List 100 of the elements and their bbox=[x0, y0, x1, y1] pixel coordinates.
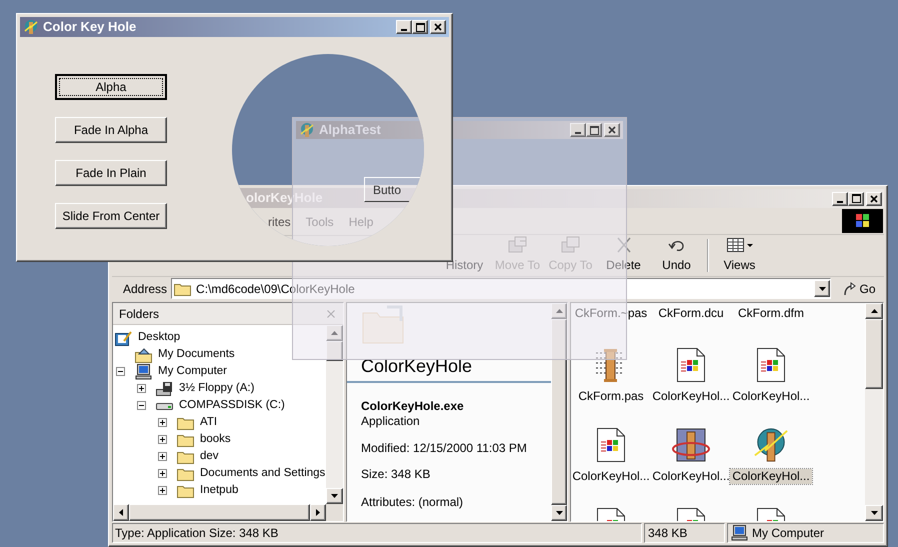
form-button[interactable]: Slide From Center bbox=[55, 203, 167, 229]
folder-title: ColorKeyHole bbox=[361, 356, 472, 376]
minimize-icon bbox=[401, 29, 407, 31]
file-item[interactable]: CkForm.~pas bbox=[572, 306, 650, 321]
file-name: ColorKeyHole.exe bbox=[361, 399, 465, 414]
toolbar-button[interactable]: Undo bbox=[650, 234, 703, 276]
down-arrow-icon bbox=[870, 511, 878, 515]
tree-item[interactable]: dev bbox=[200, 448, 219, 466]
app-icon bbox=[299, 122, 315, 138]
tree-item[interactable]: ATI bbox=[200, 414, 218, 432]
file-item[interactable]: ColorKeyHol... bbox=[730, 389, 812, 404]
right-arrow-icon bbox=[316, 509, 320, 516]
tree-item[interactable]: Documents and Settings bbox=[200, 464, 326, 482]
up-arrow-icon bbox=[331, 331, 338, 335]
close-button[interactable] bbox=[604, 123, 620, 137]
folder-icon bbox=[177, 416, 194, 430]
status-text: My Computer bbox=[752, 525, 824, 542]
form-button[interactable]: Fade In Plain bbox=[55, 160, 167, 186]
folder-icon bbox=[174, 282, 192, 296]
file-item[interactable]: ColorKeyHol... bbox=[730, 469, 812, 484]
tree-item[interactable]: My Computer bbox=[158, 362, 228, 380]
folder-icon bbox=[177, 484, 194, 498]
expand-icon[interactable] bbox=[158, 435, 167, 444]
tree-item[interactable]: My Documents bbox=[158, 346, 235, 364]
scroll-up-button[interactable] bbox=[865, 303, 883, 319]
maximize-icon bbox=[590, 126, 598, 134]
pane-title: Folders bbox=[119, 306, 160, 322]
document-icon bbox=[596, 427, 626, 463]
scroll-down-button[interactable] bbox=[865, 505, 883, 521]
expand-icon[interactable] bbox=[137, 384, 146, 393]
file-item[interactable]: CkForm.dfm bbox=[736, 306, 806, 321]
collapse-icon[interactable] bbox=[116, 367, 125, 376]
file-item[interactable]: ColorKeyHol... bbox=[650, 469, 732, 484]
minimize-button[interactable] bbox=[832, 192, 848, 206]
scrollbar[interactable] bbox=[326, 325, 343, 504]
scroll-thumb[interactable] bbox=[326, 341, 343, 361]
scroll-down-button[interactable] bbox=[551, 505, 567, 521]
menu-item[interactable]: rites bbox=[268, 212, 291, 230]
maximize-icon bbox=[852, 194, 860, 204]
close-icon bbox=[608, 126, 616, 134]
scroll-thumb[interactable] bbox=[129, 504, 310, 521]
scrollbar-corner bbox=[326, 504, 343, 521]
dropdown-arrow-icon bbox=[818, 286, 826, 291]
collapse-icon[interactable] bbox=[137, 401, 146, 410]
documents-icon bbox=[135, 346, 152, 362]
minimize-icon bbox=[575, 132, 581, 134]
tree-item[interactable]: 3½ Floppy (A:) bbox=[179, 380, 254, 398]
down-arrow-icon bbox=[556, 511, 562, 515]
go-arrow-icon bbox=[842, 280, 858, 297]
desktop-icon bbox=[115, 330, 132, 346]
window-title: AlphaTest bbox=[319, 121, 381, 140]
minimize-button[interactable] bbox=[570, 123, 586, 137]
form-button[interactable]: Alpha bbox=[55, 74, 167, 100]
file-size: Size: 348 KB bbox=[361, 467, 432, 482]
expand-icon[interactable] bbox=[158, 418, 167, 427]
scrollbar[interactable] bbox=[113, 504, 343, 521]
file-item[interactable]: ColorKeyHol... bbox=[571, 469, 652, 484]
expand-icon[interactable] bbox=[158, 469, 167, 478]
tree-item[interactable]: COMPASSDISK (C:) bbox=[179, 396, 285, 414]
modified-date: Modified: 12/15/2000 11:03 PM bbox=[361, 441, 528, 456]
file-item[interactable]: CkForm.dcu bbox=[656, 306, 726, 321]
window-title: Color Key Hole bbox=[43, 18, 136, 36]
tree-item[interactable]: Desktop bbox=[138, 328, 180, 346]
tree-item[interactable]: books bbox=[200, 430, 231, 448]
form-button[interactable]: Fade In Alpha bbox=[55, 117, 167, 143]
maximize-button[interactable] bbox=[586, 123, 602, 137]
down-arrow-icon bbox=[331, 494, 338, 498]
close-button[interactable] bbox=[430, 20, 446, 34]
document-icon bbox=[676, 347, 706, 383]
computer-icon bbox=[731, 525, 748, 541]
maximize-button[interactable] bbox=[848, 192, 864, 206]
scroll-right-button[interactable] bbox=[310, 504, 326, 521]
ring-file-icon bbox=[671, 427, 711, 463]
address-field[interactable]: C:\md6code\09\ColorKeyHole bbox=[171, 278, 831, 300]
tree-item[interactable]: Inetpub bbox=[200, 482, 238, 500]
maximize-icon bbox=[416, 22, 424, 32]
address-text: C:\md6code\09\ColorKeyHole bbox=[196, 280, 356, 298]
go-button[interactable]: Go bbox=[837, 278, 881, 300]
folder-icon bbox=[177, 466, 194, 480]
close-button[interactable] bbox=[866, 192, 882, 206]
file-item[interactable]: CkForm.pas bbox=[576, 389, 646, 404]
scroll-left-button[interactable] bbox=[113, 504, 129, 521]
maximize-button[interactable] bbox=[412, 20, 428, 34]
expand-icon[interactable] bbox=[158, 486, 167, 495]
folder-icon bbox=[177, 432, 194, 446]
expand-icon[interactable] bbox=[158, 452, 167, 461]
dropdown-button[interactable] bbox=[814, 280, 830, 298]
close-icon bbox=[870, 194, 878, 203]
folder-icon bbox=[177, 450, 194, 464]
file-type: Application bbox=[361, 414, 421, 429]
scroll-thumb[interactable] bbox=[865, 319, 883, 389]
computer-icon bbox=[135, 364, 152, 380]
document-icon bbox=[756, 347, 786, 383]
file-attributes: Attributes: (normal) bbox=[361, 495, 464, 510]
toolbar-button[interactable]: Views bbox=[713, 234, 766, 276]
file-item[interactable]: ColorKeyHol... bbox=[650, 389, 732, 404]
status-text: Type: Application Size: 348 KB bbox=[115, 525, 278, 542]
minimize-button[interactable] bbox=[396, 20, 412, 34]
scroll-down-button[interactable] bbox=[326, 488, 343, 504]
scrollbar[interactable] bbox=[865, 303, 883, 521]
